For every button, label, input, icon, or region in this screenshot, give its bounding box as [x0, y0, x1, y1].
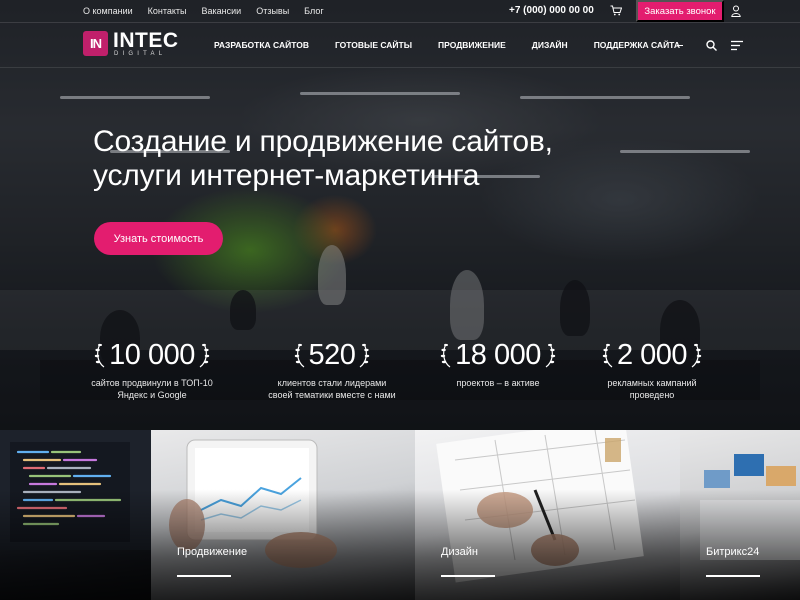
top-link-reviews[interactable]: Отзывы: [256, 6, 289, 16]
laurel-right-icon: [691, 343, 702, 368]
tile-underline: [441, 575, 495, 577]
stat-caption: проведено: [629, 390, 675, 400]
tile-bitrix24[interactable]: Битрикс24: [680, 430, 800, 600]
tile-underline: [706, 575, 760, 577]
nav-item-promotion[interactable]: Продвижение: [438, 40, 506, 50]
top-nav: О компании Контакты Вакансии Отзывы Блог: [83, 6, 324, 16]
page: О компании Контакты Вакансии Отзывы Блог…: [0, 0, 800, 600]
stat-value: 520: [308, 338, 356, 371]
laurel-left-icon: [440, 343, 451, 368]
service-tiles: Продвижение Дизайн Битрикс24: [0, 430, 800, 600]
logo-name[interactable]: INTEC: [113, 29, 179, 53]
tile-label: Дизайн: [441, 546, 478, 558]
stat-caption: проектов – в активе: [456, 378, 540, 388]
laurel-left-icon: [94, 343, 105, 368]
hero-title: Создание и продвижение сайтов, услуги ин…: [93, 125, 693, 193]
top-divider: [0, 22, 800, 23]
tile-label: Продвижение: [177, 546, 248, 558]
nav-item-web-dev[interactable]: Разработка сайтов: [214, 40, 309, 50]
phone-number[interactable]: +7 (000) 000 00 00: [509, 5, 594, 16]
user-icon[interactable]: [731, 5, 741, 17]
stat-caption: рекламных кампаний: [607, 378, 697, 388]
nav-more-dash[interactable]: [677, 45, 683, 46]
logo-mark-text: IN: [90, 36, 102, 51]
stat-caption: своей тематики вместе с нами: [268, 390, 396, 400]
stat-item: 520 клиентов стали лидерами своей тематик…: [242, 336, 422, 401]
hero-title-line-1: Создание и продвижение сайтов,: [93, 125, 553, 158]
stat-caption: клиентов стали лидерами: [277, 378, 387, 388]
tile-design[interactable]: Дизайн: [415, 430, 680, 600]
stat-caption: Яндекс и Google: [117, 390, 187, 400]
get-price-button[interactable]: Узнать стоимость: [94, 222, 223, 255]
top-link-about[interactable]: О компании: [83, 6, 133, 16]
stats-row: 10 000 сайтов продвинули в ТОП-10 Яндекс …: [0, 336, 800, 416]
logo-mark[interactable]: IN: [83, 31, 108, 56]
stat-item: 10 000 сайтов продвинули в ТОП-10 Яндекс …: [62, 336, 242, 401]
tile-label: Битрикс24: [706, 546, 760, 558]
tile-promotion[interactable]: Продвижение: [151, 430, 415, 600]
laurel-right-icon: [360, 343, 370, 368]
stat-item: 18 000 проектов – в активе: [408, 336, 588, 389]
top-link-vacancies[interactable]: Вакансии: [202, 6, 242, 16]
tile-development[interactable]: [0, 430, 151, 600]
main-nav: Разработка сайтов Готовые сайты Продвиже…: [214, 40, 706, 50]
hero-title-line-2: услуги интернет-маркетинга: [93, 159, 480, 192]
top-link-blog[interactable]: Блог: [304, 6, 323, 16]
stat-value: 10 000: [109, 338, 195, 371]
laurel-left-icon: [294, 343, 304, 368]
menu-icon[interactable]: [731, 40, 743, 51]
stat-caption: сайтов продвинули в ТОП-10: [91, 378, 213, 388]
nav-item-ready-sites[interactable]: Готовые сайты: [335, 40, 412, 50]
logo-subtitle: DIGITAL: [114, 51, 167, 57]
order-call-button[interactable]: Заказать звонок: [636, 0, 724, 22]
nav-item-design[interactable]: Дизайн: [532, 40, 568, 50]
stat-value: 2 000: [616, 338, 688, 371]
nav-item-support[interactable]: Поддержка сайта: [594, 40, 680, 50]
tile-underline: [177, 575, 231, 577]
cart-icon[interactable]: [610, 5, 622, 16]
laurel-left-icon: [602, 343, 613, 368]
stat-item: 2 000 рекламных кампаний проведено: [562, 336, 742, 401]
laurel-right-icon: [199, 343, 210, 368]
search-icon[interactable]: [706, 40, 717, 51]
top-link-contacts[interactable]: Контакты: [148, 6, 187, 16]
laurel-right-icon: [545, 343, 556, 368]
tile-shade: [0, 430, 151, 600]
header-divider: [0, 67, 800, 68]
stat-value: 18 000: [455, 338, 541, 371]
